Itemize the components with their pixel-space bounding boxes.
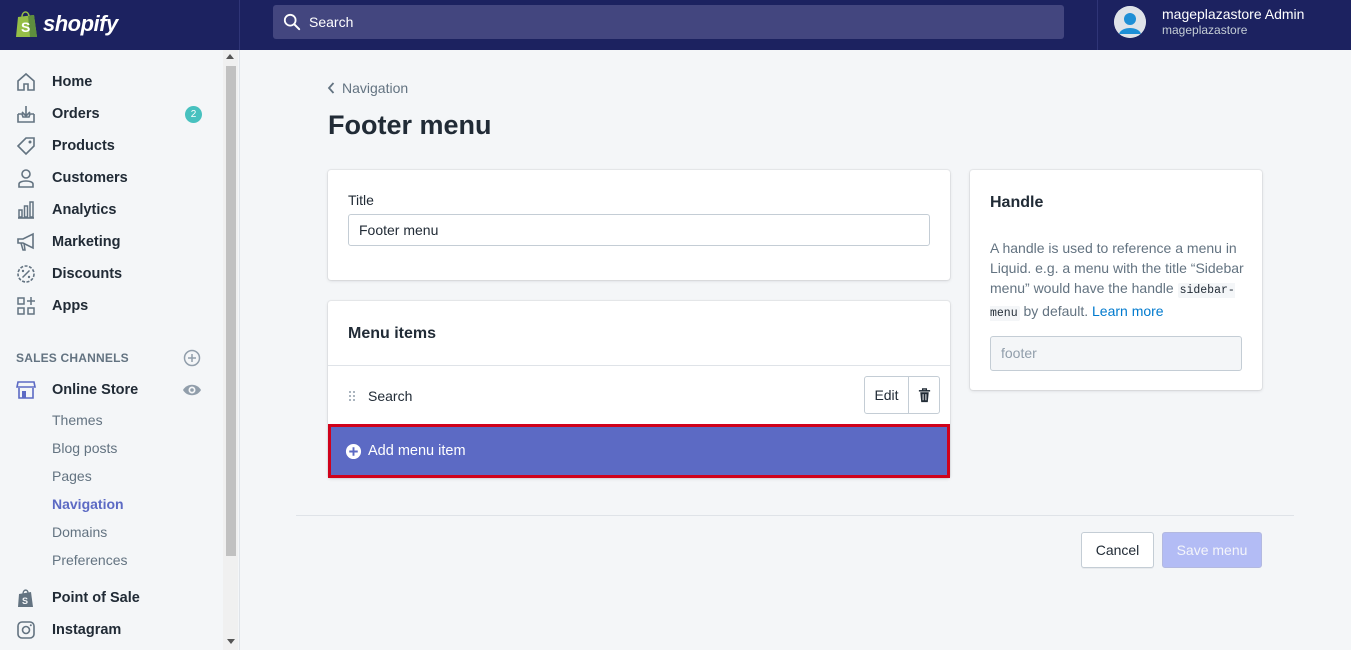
sidebar-subitem-navigation[interactable]: Navigation bbox=[52, 496, 124, 512]
sidebar-scrollbar[interactable] bbox=[223, 50, 238, 650]
pos-bag-icon: S bbox=[16, 588, 36, 608]
add-circle-icon bbox=[345, 443, 362, 459]
sidebar-item-label: Instagram bbox=[52, 622, 122, 638]
sidebar-item-label: Home bbox=[52, 74, 93, 90]
top-bar: S shopify Search mageplazastore Admin ma… bbox=[0, 0, 1351, 50]
shopify-bag-icon: S bbox=[16, 11, 37, 37]
handle-desc-text: by default. bbox=[1019, 303, 1092, 319]
search-icon bbox=[283, 13, 301, 31]
orders-icon bbox=[16, 104, 36, 124]
sidebar-item-customers[interactable]: Customers bbox=[0, 164, 222, 192]
shopify-logo[interactable]: S shopify bbox=[14, 6, 118, 42]
user-avatar-icon bbox=[1114, 6, 1146, 38]
store-name: mageplazastore bbox=[1162, 23, 1248, 37]
svg-text:S: S bbox=[22, 596, 28, 606]
sidebar-item-home[interactable]: Home bbox=[0, 68, 222, 96]
scroll-up-arrow-icon[interactable] bbox=[226, 54, 234, 59]
sidebar-item-products[interactable]: Products bbox=[0, 132, 222, 160]
trash-icon bbox=[918, 387, 930, 402]
cancel-button[interactable]: Cancel bbox=[1081, 532, 1154, 568]
edit-menu-item-button[interactable]: Edit bbox=[864, 376, 909, 414]
apps-icon bbox=[16, 296, 36, 316]
sidebar-item-label: Customers bbox=[52, 170, 128, 186]
divider bbox=[328, 365, 950, 366]
sidebar-subitem-pages[interactable]: Pages bbox=[52, 468, 92, 484]
add-menu-item-label: Add menu item bbox=[368, 443, 466, 459]
home-icon bbox=[16, 72, 36, 92]
search-bar[interactable]: Search bbox=[273, 5, 1064, 39]
sidebar-item-online-store[interactable]: Online Store bbox=[0, 376, 222, 404]
orders-count-badge: 2 bbox=[185, 105, 202, 123]
drag-handle-icon[interactable] bbox=[348, 390, 356, 402]
scroll-thumb[interactable] bbox=[226, 66, 236, 556]
sidebar-item-label: Products bbox=[52, 138, 115, 154]
sidebar-item-label: Apps bbox=[52, 298, 89, 314]
sidebar-item-analytics[interactable]: Analytics bbox=[0, 196, 222, 224]
handle-description: A handle is used to reference a menu in … bbox=[990, 238, 1250, 324]
bar-chart-icon bbox=[16, 200, 36, 220]
sidebar-item-marketing[interactable]: Marketing bbox=[0, 228, 222, 256]
discount-icon bbox=[16, 264, 36, 284]
sidebar-item-label: Discounts bbox=[52, 266, 123, 282]
breadcrumb[interactable]: Navigation bbox=[326, 80, 408, 96]
topbar-divider bbox=[239, 0, 240, 50]
sidebar-item-label: Online Store bbox=[52, 382, 139, 398]
title-card: Title bbox=[328, 170, 950, 280]
sidebar-subitem-domains[interactable]: Domains bbox=[52, 524, 107, 540]
add-channel-icon[interactable] bbox=[183, 349, 201, 367]
sidebar-subitem-preferences[interactable]: Preferences bbox=[52, 552, 127, 568]
sidebar-item-discounts[interactable]: Discounts bbox=[0, 260, 222, 288]
scroll-down-arrow-icon[interactable] bbox=[227, 639, 235, 644]
learn-more-link[interactable]: Learn more bbox=[1092, 303, 1164, 319]
sidebar-subitem-blog-posts[interactable]: Blog posts bbox=[52, 440, 117, 456]
sidebar-item-instagram[interactable]: Instagram bbox=[0, 616, 222, 644]
title-input[interactable] bbox=[348, 214, 930, 246]
sidebar-item-label: Analytics bbox=[52, 202, 117, 218]
search-input[interactable]: Search bbox=[309, 14, 353, 30]
save-menu-button[interactable]: Save menu bbox=[1162, 532, 1262, 568]
handle-card: Handle A handle is used to reference a m… bbox=[970, 170, 1262, 390]
eye-icon[interactable] bbox=[182, 380, 202, 400]
store-icon bbox=[16, 380, 36, 400]
menu-item-label: Search bbox=[368, 388, 413, 404]
handle-heading: Handle bbox=[990, 194, 1044, 211]
menu-items-heading: Menu items bbox=[348, 325, 437, 342]
divider bbox=[296, 515, 1294, 516]
sidebar-item-label: Marketing bbox=[52, 234, 121, 250]
tag-icon bbox=[16, 136, 36, 156]
sidebar-subitem-themes[interactable]: Themes bbox=[52, 412, 103, 428]
page-title: Footer menu bbox=[328, 110, 492, 140]
megaphone-icon bbox=[16, 232, 36, 252]
delete-menu-item-button[interactable] bbox=[908, 376, 940, 414]
chevron-left-icon bbox=[327, 82, 335, 94]
topbar-divider bbox=[1097, 0, 1098, 50]
sidebar-item-point-of-sale[interactable]: S Point of Sale bbox=[0, 584, 222, 612]
avatar[interactable] bbox=[1114, 6, 1146, 38]
sidebar-item-apps[interactable]: Apps bbox=[0, 292, 222, 320]
user-name[interactable]: mageplazastore Admin bbox=[1162, 6, 1304, 22]
add-menu-item-button[interactable]: Add menu item bbox=[328, 424, 950, 478]
brand-name: shopify bbox=[43, 11, 118, 36]
sidebar-item-orders[interactable]: Orders 2 bbox=[0, 100, 222, 128]
breadcrumb-link[interactable]: Navigation bbox=[342, 80, 408, 96]
person-icon bbox=[16, 168, 36, 188]
instagram-icon bbox=[16, 620, 36, 640]
handle-field[interactable]: footer bbox=[990, 336, 1242, 371]
sidebar-item-label: Point of Sale bbox=[52, 590, 140, 606]
sidebar-item-label: Orders bbox=[52, 106, 100, 122]
title-label: Title bbox=[348, 192, 374, 208]
svg-text:S: S bbox=[21, 19, 30, 35]
sales-channels-heading: SALES CHANNELS bbox=[16, 351, 129, 365]
sidebar: Home Orders 2 Products Customers Analyti… bbox=[0, 50, 240, 650]
